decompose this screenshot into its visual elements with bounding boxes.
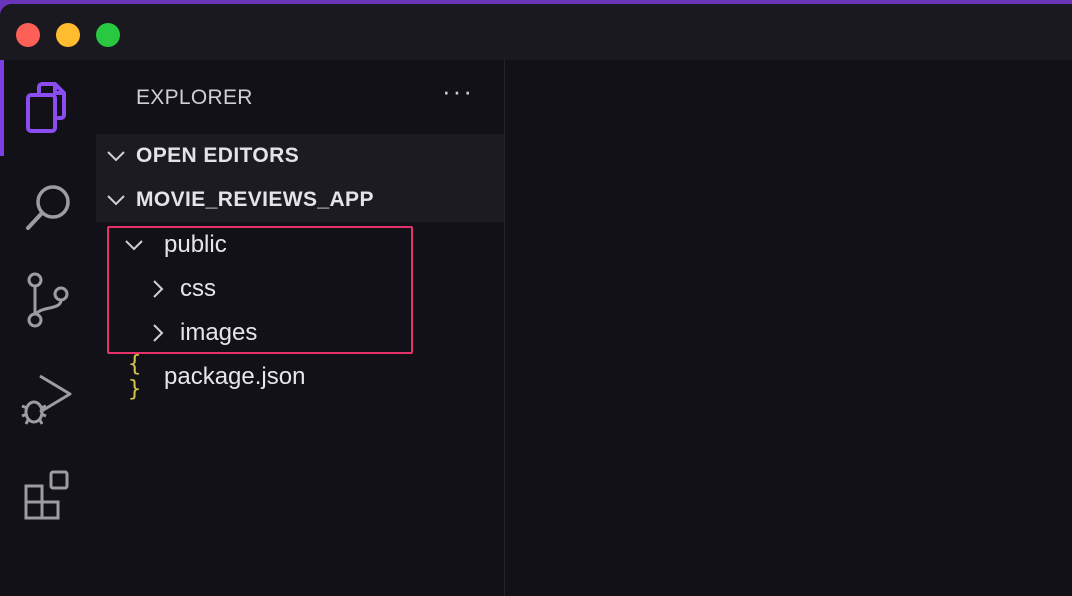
run-debug-icon bbox=[21, 374, 72, 425]
files-icon bbox=[26, 82, 66, 133]
source-control-activity-button[interactable] bbox=[0, 256, 96, 344]
zoom-window-button[interactable] bbox=[96, 23, 120, 47]
extensions-icon bbox=[24, 470, 69, 520]
minimize-window-button[interactable] bbox=[56, 23, 80, 47]
activity-bar bbox=[0, 60, 96, 596]
extensions-activity-button[interactable] bbox=[0, 452, 96, 540]
open-editors-section[interactable]: OPEN EDITORS bbox=[96, 134, 504, 178]
tree-item-label: package.json bbox=[164, 363, 306, 390]
source-control-icon bbox=[27, 272, 69, 328]
editor-area[interactable] bbox=[505, 60, 1072, 596]
search-icon bbox=[26, 185, 70, 230]
explorer-title: EXPLORER bbox=[136, 86, 253, 109]
chevron-down-icon bbox=[96, 194, 136, 206]
explorer-sidebar: EXPLORER ··· OPEN EDITORS MOVIE_REVIEWS_… bbox=[96, 60, 505, 596]
chevron-down-icon bbox=[96, 150, 136, 162]
project-folder-section[interactable]: MOVIE_REVIEWS_APP bbox=[96, 178, 504, 222]
tree-item-package-json[interactable]: { } package.json bbox=[96, 352, 504, 402]
title-bar bbox=[0, 4, 1072, 60]
explorer-activity-button[interactable] bbox=[0, 64, 96, 152]
search-activity-button[interactable] bbox=[0, 164, 96, 252]
close-window-button[interactable] bbox=[16, 23, 40, 47]
json-file-icon: { } bbox=[128, 352, 141, 402]
vscode-window: EXPLORER ··· OPEN EDITORS MOVIE_REVIEWS_… bbox=[0, 4, 1072, 596]
run-debug-activity-button[interactable] bbox=[0, 356, 96, 444]
section-label: MOVIE_REVIEWS_APP bbox=[136, 188, 374, 211]
more-actions-button[interactable]: ··· bbox=[442, 76, 474, 107]
highlight-box bbox=[107, 226, 413, 354]
section-label: OPEN EDITORS bbox=[136, 144, 300, 167]
